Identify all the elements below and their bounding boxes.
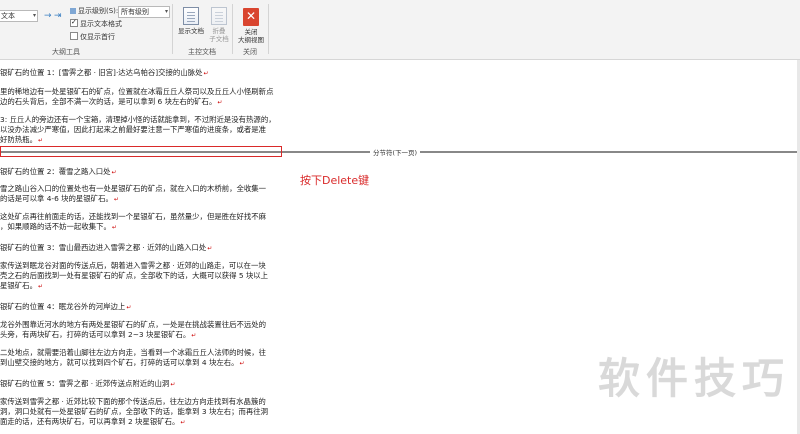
doc-line: 到山壁交接的地方，就可以找到四个矿石，打碎的话可以拿到 4 块左右。↵: [0, 358, 245, 367]
close-group: ✕ 关闭 大纲视图 关闭: [234, 0, 268, 60]
checkbox-unchecked-icon[interactable]: [70, 32, 78, 40]
doc-line: 洞，洞口处就有一处星银矿石的矿点，全部收下的话，能拿到 3 块左右；而再往洞: [0, 407, 269, 416]
watermark: 软件技巧: [597, 354, 790, 403]
ribbon: 文本▾ → ⇥ 显示级别(S): 所有级别▾ 显示文本格式 仅显示首行 大纲工具…: [0, 0, 800, 60]
text-combo[interactable]: 文本 ▾: [0, 10, 38, 22]
highlight-box: [0, 146, 282, 157]
doc-line: 3: 丘丘人的旁边还有一个宝箱，清理掉小怪的话就能拿到，不过附近是没有热源的，: [0, 115, 276, 124]
annotation-text: 按下Delete键: [300, 174, 370, 187]
doc-line: 二处地点，就需要沿着山脚往左边方向走，当看到一个冰霜丘丘人法师的时候，往: [0, 348, 267, 357]
doc-line: 银矿石的位置 1：[雪霁之都 · 旧宫]·达达乌帕谷]交接的山脉处↵: [0, 68, 209, 77]
doc-line: 星银矿石。↵: [0, 281, 43, 290]
chevron-down-icon: ▾: [32, 12, 36, 19]
collapse-subdocs-icon: [211, 7, 227, 25]
show-document-icon: [183, 7, 199, 25]
show-text-format-checkbox[interactable]: 显示文本格式: [70, 17, 122, 30]
doc-line: 银矿石的位置 2：覆雪之路入口处↵: [0, 167, 117, 176]
doc-line: 银矿石的位置 3：雪山最西边进入雪霁之都 · 近郊的山路入口处↵: [0, 243, 213, 252]
doc-line: 边的石头背后，全部不满一次的话，是可以拿到 6 块左右的矿石。↵: [0, 97, 223, 106]
doc-line: 龙谷外围靠近河水的地方有两处星银矿石的矿点，一处是在挑战装置往后不远处的: [0, 320, 267, 329]
doc-line: 以没办法减少严寒值，因此打起来之前最好要注意一下严寒值的进度条，或者是准: [0, 125, 267, 134]
doc-line: 银矿石的位置 5：雪霁之都 · 近郊传送点附近的山洞↵: [0, 379, 176, 388]
doc-line: 面走的话，还有两块矿石，可以再拿到 2 块星银矿石。↵: [0, 417, 186, 426]
doc-line: ，如果顺路的话不妨一起收集下。↵: [0, 222, 117, 231]
close-label: 关闭: [243, 48, 257, 56]
promote-arrow-icon[interactable]: →: [44, 11, 52, 21]
outline-tools-group: 文本▾ → ⇥ 显示级别(S): 所有级别▾ 显示文本格式 仅显示首行 大纲工具: [0, 0, 170, 60]
doc-line: 里的稀地边有一处星银矿石的矿点，位置就在冰霜丘丘人祭司以及丘丘人小怪刷新点: [0, 87, 274, 96]
doc-line: 的话是可以拿 4-6 块的星银矿石。↵: [0, 194, 119, 203]
close-icon: ✕: [243, 8, 259, 26]
doc-line: 好防热瓶。↵: [0, 135, 43, 144]
ribbon-divider: [232, 4, 233, 54]
show-first-line-checkbox[interactable]: 仅显示首行: [70, 32, 115, 43]
collapse-subdocs-button[interactable]: 折叠 子文档: [202, 7, 236, 43]
doc-line: 家传送到眠龙谷对面的传送点后，朝着进入雪霁之都 · 近郊的山路走，可以在一块: [0, 261, 266, 270]
ribbon-divider: [172, 4, 173, 54]
doc-line: 家传送到雪霁之都 · 近郊比较下面的那个传送点后，往左边方向走找到有水晶簇的: [0, 397, 266, 406]
close-outline-view-button[interactable]: ✕ 关闭 大纲视图: [234, 8, 268, 44]
show-level-select[interactable]: 所有级别 ▾: [118, 6, 170, 18]
chevron-down-icon: ▾: [164, 8, 168, 15]
master-doc-group: 显示文档 折叠 子文档 主控文档: [174, 0, 232, 60]
doc-line: 头旁，有两块矿石，打碎的话可以拿到 2~3 块星银矿石。↵: [0, 330, 197, 339]
doc-line: 雪之路山谷入口的位置处也有一处星银矿石的矿点，就在入口的木桥前，全收集一: [0, 184, 267, 193]
outline-tools-label: 大纲工具: [52, 48, 80, 56]
outline-level-icon: [70, 8, 76, 14]
doc-line: 银矿石的位置 4：眠龙谷外的河岸边上↵: [0, 302, 132, 311]
demote-double-arrow-icon[interactable]: ⇥: [54, 11, 62, 21]
section-break-label: 分节符(下一页): [370, 147, 421, 157]
ribbon-divider: [268, 4, 269, 54]
checkbox-checked-icon[interactable]: [70, 17, 78, 28]
doc-line: 壳之石的后面找到一处有星银矿石的矿点，全部收下的话，大概可以获得 5 块以上: [0, 271, 269, 280]
show-level-row: 显示级别(S):: [70, 6, 118, 17]
master-doc-label: 主控文档: [188, 48, 216, 56]
doc-line: 这处矿点再往前面走的话，还能找到一个星银矿石，虽然量少，但是胜在好找不麻: [0, 212, 267, 221]
